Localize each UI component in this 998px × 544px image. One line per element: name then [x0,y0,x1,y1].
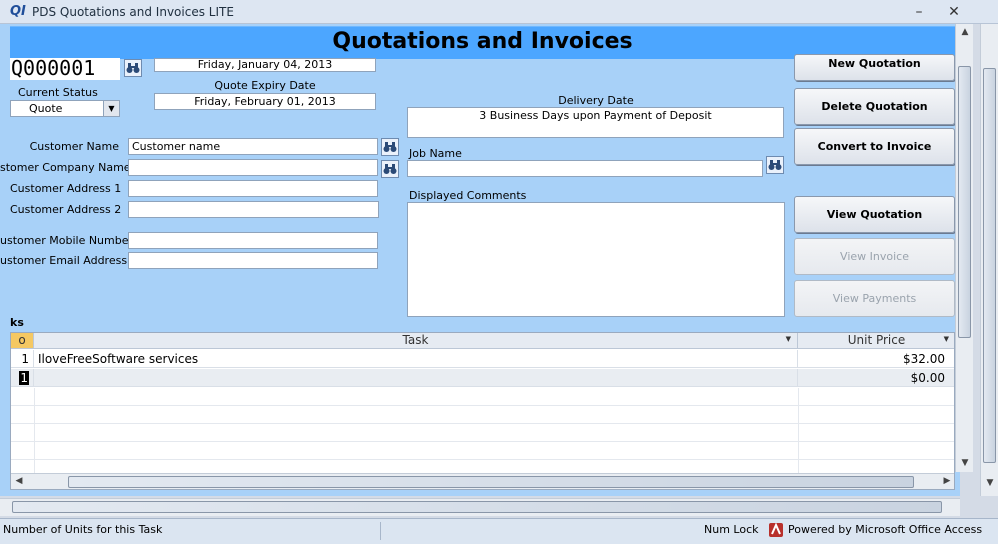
current-status-value: Quote [29,102,63,115]
status-hint: Number of Units for this Task [3,523,163,536]
customer-email-field[interactable] [128,252,378,269]
customer-mobile-field[interactable] [128,232,378,249]
empty-grid-row [11,406,954,424]
quote-search-binoculars-icon[interactable] [124,59,142,77]
view-payments-button[interactable]: View Payments [794,280,955,317]
subform-scroll-thumb[interactable] [68,476,914,488]
num-lock-indicator: Num Lock [704,523,759,536]
scroll-up-arrow-icon[interactable]: ▲ [959,27,971,37]
grid-column-divider [798,388,799,473]
customer-name-label: Customer Name [29,140,119,153]
customer-company-binoculars-icon[interactable] [381,160,399,178]
customer-mobile-label: ustomer Mobile Number [0,234,134,247]
window-scroll-down-arrow-icon[interactable]: ▼ [984,478,996,488]
close-button[interactable]: ✕ [941,3,967,21]
empty-grid-row [11,388,954,406]
quote-number[interactable]: Q000001 [10,58,120,80]
grid-column-divider [34,388,35,473]
unit-price-column-dropdown-icon[interactable]: ▼ [944,335,949,343]
job-name-label: Job Name [409,147,462,160]
subform-horizontal-scrollbar[interactable]: ◀ ▶ [11,473,954,489]
quote-date-field[interactable]: Friday, January 04, 2013 [154,58,376,72]
task-row-2-no[interactable]: 1 [11,369,34,387]
tasks-subform: o Task ▼ Unit Price ▼ 1 IloveFreeSoftwar… [10,332,955,490]
app-logo: QI [10,4,26,19]
task-row-1-no[interactable]: 1 [11,350,34,368]
tasks-section-label: ks [10,316,24,329]
customer-address1-field[interactable] [128,180,378,197]
status-divider [380,522,381,540]
status-bar: Number of Units for this Task Num Lock P… [0,518,998,544]
current-status-label: Current Status [18,86,98,99]
column-header-task-label: Task [402,333,429,347]
customer-company-field[interactable] [128,159,378,176]
view-quotation-button[interactable]: View Quotation [794,196,955,233]
form-title: Quotations and Invoices [332,29,633,54]
column-header-task[interactable]: Task ▼ [34,333,798,349]
view-invoice-button[interactable]: View Invoice [794,238,955,275]
quote-expiry-label: Quote Expiry Date [214,79,316,92]
displayed-comments-field[interactable] [407,202,785,317]
task-row-2-task[interactable] [34,369,798,387]
minimize-button[interactable]: – [906,3,932,21]
column-header-unit-price[interactable]: Unit Price ▼ [798,333,954,349]
delivery-date-field[interactable]: 3 Business Days upon Payment of Deposit [407,107,784,138]
customer-name-binoculars-icon[interactable] [381,138,399,156]
customer-email-label: ustomer Email Address [0,254,128,267]
delete-quotation-button[interactable]: Delete Quotation [794,88,955,125]
scroll-down-arrow-icon[interactable]: ▼ [959,458,971,468]
window-vertical-scrollbar[interactable]: ▼ [980,24,998,496]
scroll-left-arrow-icon[interactable]: ◀ [13,476,25,486]
form-vertical-scroll-thumb[interactable] [958,66,971,338]
window-title-bar: QI PDS Quotations and Invoices LITE – ✕ [0,0,998,24]
form-horizontal-scrollbar[interactable] [0,498,960,516]
task-row-2-no-value: 1 [19,371,29,385]
customer-address2-label: Customer Address 2 [10,203,122,216]
status-dropdown-arrow-icon[interactable]: ▼ [103,101,119,116]
form-horizontal-scroll-thumb[interactable] [12,501,942,513]
task-row-1-task[interactable]: IloveFreeSoftware services [34,350,798,368]
column-header-no[interactable]: o [11,333,34,349]
delivery-date-label: Delivery Date [558,94,634,107]
access-logo-icon [768,522,784,538]
window-title: PDS Quotations and Invoices LITE [32,5,234,19]
column-header-unit-price-label: Unit Price [847,333,906,347]
quote-expiry-field[interactable]: Friday, February 01, 2013 [154,93,376,110]
empty-grid-row [11,442,954,460]
task-row-2-unit-price[interactable]: $0.00 [798,369,954,387]
displayed-comments-label: Displayed Comments [409,189,527,202]
powered-by-text: Powered by Microsoft Office Access [788,523,983,536]
form-vertical-scrollbar[interactable]: ▲ ▼ [955,24,973,472]
job-name-field[interactable] [407,160,763,177]
new-quotation-button[interactable]: New Quotation [794,54,955,81]
customer-address1-label: Customer Address 1 [10,182,122,195]
customer-name-field[interactable]: Customer name [128,138,378,155]
customer-address2-field[interactable] [128,201,379,218]
window-vertical-scroll-thumb[interactable] [983,68,996,463]
customer-company-label: stomer Company Name [0,161,131,174]
task-column-dropdown-icon[interactable]: ▼ [786,335,791,343]
column-header-no-label: o [18,333,26,347]
scroll-right-arrow-icon[interactable]: ▶ [941,476,953,486]
job-name-binoculars-icon[interactable] [766,156,784,174]
empty-grid-row [11,424,954,442]
task-row-1-unit-price[interactable]: $32.00 [798,350,954,368]
convert-to-invoice-button[interactable]: Convert to Invoice [794,128,955,165]
